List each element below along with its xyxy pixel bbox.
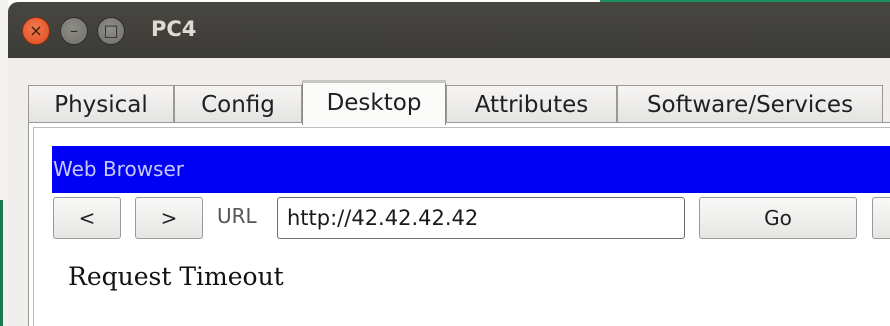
tab-config[interactable]: Config [174, 85, 302, 123]
go-button[interactable]: Go [699, 197, 857, 239]
url-label: URL [217, 204, 257, 228]
page-content-text: Request Timeout [68, 262, 284, 291]
tab-desktop[interactable]: Desktop [302, 80, 446, 125]
close-icon[interactable]: × [22, 17, 50, 45]
window-title: PC4 [151, 17, 197, 41]
background-window-edge [0, 200, 3, 326]
web-browser-header: Web Browser [52, 146, 890, 193]
maximize-icon[interactable]: □ [97, 17, 125, 45]
back-button[interactable]: < [53, 197, 121, 239]
partial-button[interactable] [872, 197, 890, 239]
tab-attributes[interactable]: Attributes [446, 85, 617, 123]
tab-software-services[interactable]: Software/Services [617, 85, 883, 123]
tab-physical[interactable]: Physical [28, 85, 174, 123]
title-bar: × – □ PC4 [8, 2, 890, 58]
url-input[interactable] [277, 197, 685, 239]
minimize-icon[interactable]: – [60, 17, 88, 45]
forward-button[interactable]: > [135, 197, 203, 239]
window-left-edge [0, 0, 8, 326]
